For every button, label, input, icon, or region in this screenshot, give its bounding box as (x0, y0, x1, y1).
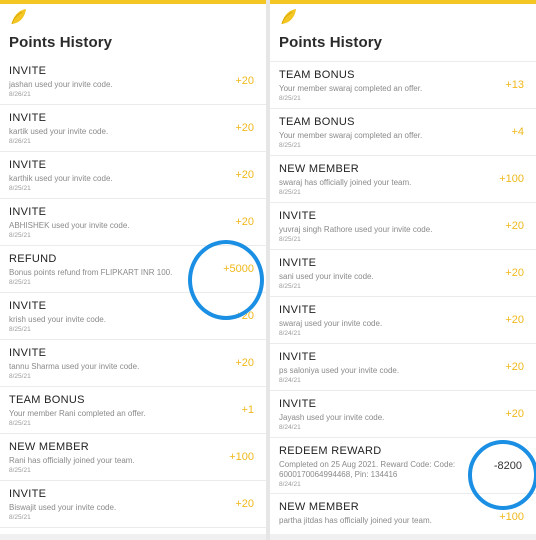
item-title: INVITE (279, 398, 317, 410)
annotation-circle (468, 440, 536, 510)
list-item[interactable]: INVITE yuvraj singh Rathore used your inv… (270, 203, 536, 250)
item-description: yuvraj singh Rathore used your invite co… (279, 225, 433, 234)
item-description: Your member swaraj completed an offer. (279, 131, 423, 140)
bottom-bar (270, 534, 536, 540)
item-points: +100 (499, 173, 524, 185)
item-description: jashan used your invite code. (9, 80, 113, 89)
item-date: 8/25/21 (9, 185, 31, 192)
item-title: INVITE (279, 257, 317, 269)
item-points: +20 (505, 267, 524, 279)
yellow-leaf-icon (281, 9, 296, 25)
item-date: 8/25/21 (9, 373, 31, 380)
item-title: NEW MEMBER (9, 441, 89, 453)
annotation-circle (188, 240, 264, 320)
item-points: +20 (235, 357, 254, 369)
item-title: INVITE (279, 210, 317, 222)
list-item[interactable]: INVITE tannu Sharma used your invite code… (0, 340, 266, 387)
list-item[interactable]: INVITE kartik used your invite code. 8/26/… (0, 105, 266, 152)
item-description: partha jitdas has officially joined your… (279, 516, 432, 525)
item-title: INVITE (279, 351, 317, 363)
item-date: 8/24/21 (279, 377, 301, 384)
item-title: INVITE (9, 488, 47, 500)
list-item[interactable]: INVITE ABHISHEK used your invite code. 8/2… (0, 199, 266, 246)
list-item[interactable]: INVITE jashan used your invite code. 8/26/… (0, 58, 266, 105)
item-date: 8/25/21 (279, 142, 301, 149)
left-screen: Points History INVITE jashan used your in… (0, 0, 266, 540)
item-description: Jayash used your invite code. (279, 413, 385, 422)
item-points: +100 (229, 451, 254, 463)
list-item[interactable]: INVITE swaraj used your invite code. 8/24/… (270, 297, 536, 344)
list-item[interactable]: INVITE ps saloniya used your invite code.… (270, 344, 536, 391)
item-description: swaraj has officially joined your team. (279, 178, 412, 187)
item-points: +20 (235, 122, 254, 134)
item-date: 8/25/21 (9, 326, 31, 333)
item-title: TEAM BONUS (279, 69, 355, 81)
item-description: sani used your invite code. (279, 272, 374, 281)
item-points: +20 (235, 169, 254, 181)
item-description: Completed on 25 Aug 2021. Reward Code: C… (279, 460, 456, 479)
list-item[interactable]: TEAM BONUS Your member swaraj completed a… (270, 62, 536, 109)
item-title: INVITE (9, 159, 47, 171)
item-date: 8/25/21 (279, 189, 301, 196)
item-points: +20 (505, 361, 524, 373)
item-title: TEAM BONUS (9, 394, 85, 406)
item-title: INVITE (9, 206, 47, 218)
item-points: +1 (241, 404, 254, 416)
item-date: 8/25/21 (279, 236, 301, 243)
item-date: 8/24/21 (279, 424, 301, 431)
item-points: +4 (511, 126, 524, 138)
item-title: INVITE (9, 347, 47, 359)
page-title: Points History (9, 34, 113, 51)
list-item[interactable]: NEW MEMBER swaraj has officially joined y… (270, 156, 536, 203)
item-description: swaraj used your invite code. (279, 319, 383, 328)
item-title: TEAM BONUS (279, 116, 355, 128)
item-points: +20 (505, 220, 524, 232)
right-screen: Points History TEAM BONUS Your member swa… (270, 0, 536, 540)
list-item[interactable]: TEAM BONUS Your member Rani completed an … (0, 387, 266, 434)
top-accent-bar (0, 0, 266, 4)
list-item[interactable]: INVITE karthik used your invite code. 8/25… (0, 152, 266, 199)
list-item[interactable]: INVITE Biswajit used your invite code. 8/2… (0, 481, 266, 528)
item-description: karthik used your invite code. (9, 174, 113, 183)
item-date: 8/25/21 (9, 232, 31, 239)
top-accent-bar (270, 0, 536, 4)
item-description: ps saloniya used your invite code. (279, 366, 400, 375)
item-description: Your member Rani completed an offer. (9, 409, 146, 418)
item-title: INVITE (9, 112, 47, 124)
item-title: INVITE (9, 65, 47, 77)
item-points: +20 (235, 216, 254, 228)
item-points: +20 (235, 498, 254, 510)
page-title: Points History (279, 34, 383, 51)
item-description: ABHISHEK used your invite code. (9, 221, 130, 230)
list-item[interactable]: INVITE Jayash used your invite code. 8/24/… (270, 391, 536, 438)
item-date: 8/26/21 (9, 138, 31, 145)
item-date: 8/25/21 (9, 514, 31, 521)
item-points: +20 (505, 408, 524, 420)
yellow-leaf-icon (11, 9, 26, 25)
item-title: NEW MEMBER (279, 163, 359, 175)
item-date: 8/24/21 (279, 330, 301, 337)
item-date: 8/25/21 (279, 95, 301, 102)
list-item[interactable]: NEW MEMBER Rani has officially joined you… (0, 434, 266, 481)
item-date: 8/25/21 (279, 283, 301, 290)
item-points: +100 (499, 511, 524, 523)
item-description: Biswajit used your invite code. (9, 503, 117, 512)
item-points: +13 (505, 79, 524, 91)
bottom-bar (0, 534, 266, 540)
item-title: INVITE (279, 304, 317, 316)
item-points: +20 (505, 314, 524, 326)
list-item[interactable]: TEAM BONUS Your member swaraj completed a… (270, 109, 536, 156)
item-description: Rani has officially joined your team. (9, 456, 135, 465)
item-description: kartik used your invite code. (9, 127, 109, 136)
item-date: 8/26/21 (9, 91, 31, 98)
list-item[interactable]: INVITE sani used your invite code. 8/25/21… (270, 250, 536, 297)
item-description: Your member swaraj completed an offer. (279, 84, 423, 93)
item-points: +20 (235, 75, 254, 87)
item-date: 8/25/21 (9, 420, 31, 427)
item-description: tannu Sharma used your invite code. (9, 362, 140, 371)
item-date: 8/25/21 (9, 467, 31, 474)
